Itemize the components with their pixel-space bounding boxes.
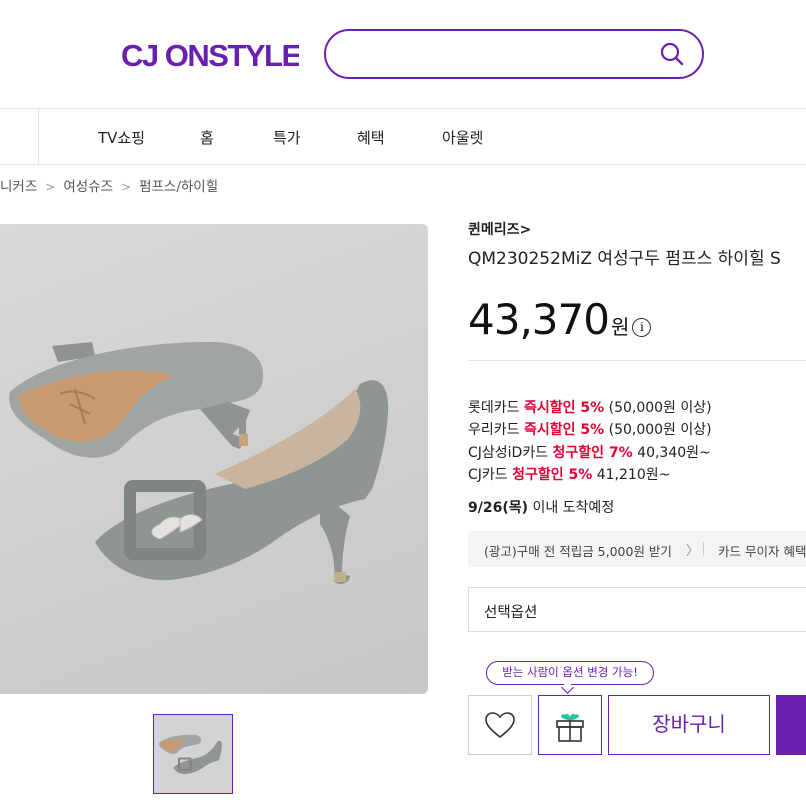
card-condition: 40,340원~ xyxy=(632,445,711,461)
nav-divider xyxy=(38,109,39,164)
brand-link[interactable]: 퀸메리즈> xyxy=(468,219,531,239)
price-unit: 원 xyxy=(610,315,630,339)
delivery-estimate: 9/26(목) 이내 도착예정 xyxy=(468,497,614,517)
card-benefit-woori: 우리카드 즉시할인 5% (50,000원 이상) xyxy=(468,419,712,439)
interest-free-link[interactable]: 카드 무이자 혜택 xyxy=(718,541,806,560)
card-name: 우리카드 xyxy=(468,422,524,438)
card-name: CJ삼성iD카드 xyxy=(468,445,553,461)
thumbnail-illustration xyxy=(157,715,229,793)
card-condition: (50,000원 이상) xyxy=(604,422,712,438)
card-benefit-lotte: 롯데카드 즉시할인 5% (50,000원 이상) xyxy=(468,397,712,417)
card-benefit-cj: CJ카드 청구할인 5% 41,210원~ xyxy=(468,464,670,484)
like-button[interactable] xyxy=(468,695,532,755)
product-thumbnail[interactable] xyxy=(153,714,233,794)
gift-icon xyxy=(556,713,584,742)
shoe-illustration xyxy=(9,342,389,584)
info-icon[interactable]: i xyxy=(632,318,652,337)
card-condition: (50,000원 이상) xyxy=(604,400,712,416)
product-main-image[interactable] xyxy=(0,224,428,694)
option-select[interactable]: 선택옵션 xyxy=(468,587,806,632)
nav-item-home[interactable]: 홈 xyxy=(200,127,214,148)
breadcrumb-item-womens-shoes[interactable]: 여성슈즈 xyxy=(63,179,113,195)
nav-item-tv-shopping[interactable]: TV쇼핑 xyxy=(98,127,145,148)
card-name: 롯데카드 xyxy=(468,400,524,416)
gift-tooltip: 받는 사람이 옵션 변경 가능! xyxy=(486,661,654,694)
delivery-date: 9/26(목) xyxy=(468,500,529,516)
breadcrumb-chevron-icon: > xyxy=(121,180,132,194)
card-discount: 청구할인 7% xyxy=(552,445,633,461)
svg-text:CJ ONSTYLE: CJ ONSTYLE xyxy=(121,38,299,73)
breadcrumb-item-pumps[interactable]: 펌프스/하이힐 xyxy=(139,179,218,195)
delivery-text: 이내 도착예정 xyxy=(528,500,615,516)
price-value: 43,370 xyxy=(468,295,610,344)
chevron-right-icon: 〉 xyxy=(686,544,700,559)
product-title: QM230252MiZ 여성구두 펌프스 하이힐 S xyxy=(468,249,781,269)
heart-icon xyxy=(485,712,515,739)
main-nav: TV쇼핑 홈 특가 혜택 아울렛 xyxy=(0,108,806,165)
card-discount: 청구할인 5% xyxy=(512,467,593,483)
buy-now-button[interactable] xyxy=(776,695,806,755)
nav-item-deals[interactable]: 특가 xyxy=(273,127,301,148)
card-discount: 즉시할인 5% xyxy=(523,400,605,416)
card-condition: 41,210원~ xyxy=(592,467,671,483)
search-icon[interactable] xyxy=(660,42,684,66)
breadcrumb-chevron-icon: > xyxy=(45,180,56,194)
tooltip-tail xyxy=(561,681,574,694)
divider xyxy=(468,360,806,361)
search-box[interactable] xyxy=(324,29,704,79)
card-name: CJ카드 xyxy=(468,467,513,483)
breadcrumb: 니커즈 > 여성슈즈 > 펌프스/하이힐 xyxy=(0,175,218,195)
price-block: 43,370 원 i xyxy=(468,295,652,344)
benefit-bar: (광고)구매 전 적립금 5,000원 받기 〉 카드 무이자 혜택 xyxy=(468,531,806,567)
add-to-cart-button[interactable]: 장바구니 xyxy=(608,695,770,755)
nav-item-outlet[interactable]: 아울렛 xyxy=(442,127,483,148)
gift-button[interactable] xyxy=(538,695,602,755)
divider xyxy=(703,542,704,556)
card-discount: 즉시할인 5% xyxy=(523,422,605,438)
card-benefit-cj-samsung: CJ삼성iD카드 청구할인 7% 40,340원~ xyxy=(468,442,711,462)
option-select-label: 선택옵션 xyxy=(484,605,538,621)
search-input[interactable] xyxy=(344,41,654,67)
nav-item-benefits[interactable]: 혜택 xyxy=(357,127,385,148)
gift-tooltip-text: 받는 사람이 옵션 변경 가능! xyxy=(502,665,638,679)
cj-onstyle-logo[interactable]: CJ ONSTYLE xyxy=(121,36,299,74)
reward-points-link[interactable]: (광고)구매 전 적립금 5,000원 받기 xyxy=(484,541,672,560)
breadcrumb-item-sneakers[interactable]: 니커즈 xyxy=(0,179,37,195)
